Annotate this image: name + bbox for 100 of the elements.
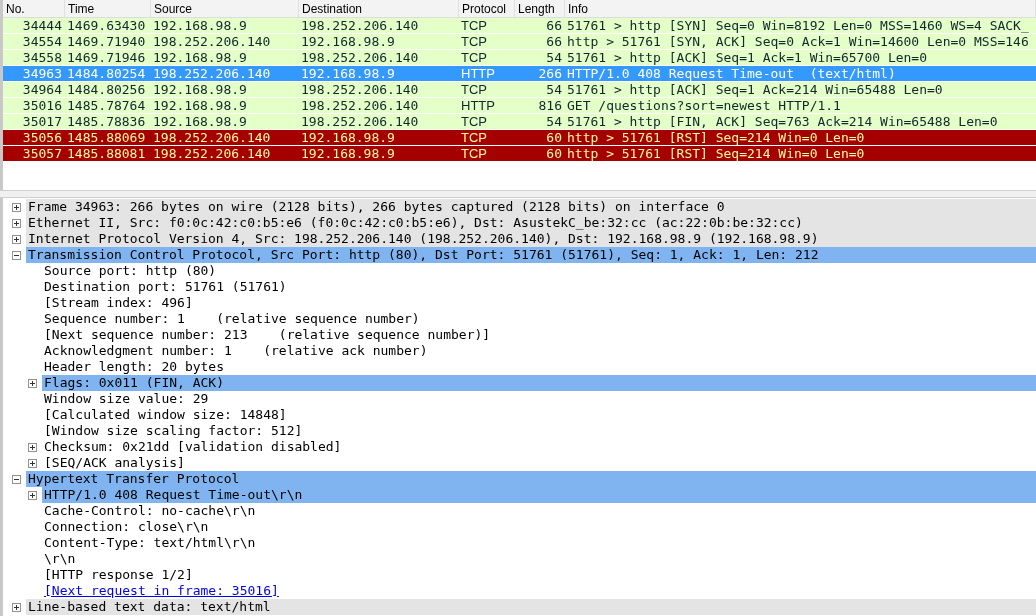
column-header[interactable]: Info <box>565 0 1036 17</box>
packet-cell-text: 192.168.98.9 <box>300 66 396 81</box>
packet-cell-text: GET /questions?sort=newest HTTP/1.1 <box>566 98 842 113</box>
packet-cell-text: 198.252.206.140 <box>300 114 420 129</box>
tree-item[interactable]: Hypertext Transfer Protocol <box>26 471 1036 487</box>
packet-cell-text: 35057 <box>21 146 63 161</box>
packet-cell-text: 51761 > http [ACK] Seq=1 Ack=214 Win=65488 Len=0 <box>566 82 944 97</box>
packet-cell-text: 60 <box>545 146 563 161</box>
packet-cell-text: 192.168.98.9 <box>152 114 248 129</box>
expand-icon[interactable] <box>12 602 21 612</box>
packet-cell-text: 51761 > http [FIN, ACK] Seq=763 Ack=214 Win=65488 Len=0 <box>566 114 999 129</box>
packet-row[interactable]: 35056 1485.88069 198.252.206.140 192.168.98.9 TCP 60 http > 51761 [RST] Seq=214 Win=0 Len=0 <box>3 130 1036 146</box>
expand-icon[interactable] <box>12 202 21 212</box>
packet-cell-text: 192.168.98.9 <box>152 50 248 65</box>
packet-cell-text: 198.252.206.140 <box>152 146 272 161</box>
packet-cell-text: HTTP/1.0 408 Request Time-out (text/html) <box>566 66 897 81</box>
tree-item[interactable]: Checksum: 0x21dd [validation disabled] <box>42 439 1036 455</box>
packet-row[interactable]: 35057 1485.88081 198.252.206.140 192.168.98.9 TCP 60 http > 51761 [RST] Seq=214 Win=0 Len=0 <box>3 146 1036 162</box>
collapse-icon[interactable] <box>12 474 21 484</box>
packet-cell-text: 54 <box>545 114 563 129</box>
column-header[interactable]: Source <box>151 0 299 17</box>
tree-item[interactable]: Cache-Control: no-cache\r\n <box>42 503 1036 519</box>
tree-item[interactable]: Sequence number: 1 (relative sequence number) <box>42 311 1036 327</box>
tree-item[interactable]: Transmission Control Protocol, Src Port: http (80), Dst Port: 51761 (51761), Seq: 1, Ack: 1, Len: 212 <box>26 247 1036 263</box>
tree-item[interactable]: [Stream index: 496] <box>42 295 1036 311</box>
packet-cell-text: 1469.71940 <box>66 34 147 49</box>
column-header[interactable]: Time <box>65 0 151 17</box>
tree-item[interactable]: [Next sequence number: 213 (relative sequence number)] <box>42 327 1036 343</box>
tree-item[interactable]: [Window size scaling factor: 512] <box>42 423 1036 439</box>
packet-cell-text: 198.252.206.140 <box>300 18 420 33</box>
expand-icon[interactable] <box>28 490 37 500</box>
packet-cell-text: TCP <box>460 50 488 65</box>
packet-cell-text: 54 <box>545 50 563 65</box>
expand-icon[interactable] <box>12 218 21 228</box>
tree-item[interactable]: Ethernet II, Src: f0:0c:42:c0:b5:e6 (f0:0c:42:c0:b5:e6), Dst: AsustekC_be:32:cc (ac:22:0b:be:32:cc) <box>26 215 1036 231</box>
packet-cell-text: 51761 > http [SYN] Seq=0 Win=8192 Len=0 MSS=1460 WS=4 SACK_ <box>566 18 1030 33</box>
packet-cell-text: 192.168.98.9 <box>152 18 248 33</box>
tree-item[interactable]: Internet Protocol Version 4, Src: 198.252.206.140 (198.252.206.140), Dst: 192.168.98.9 (192.168.98.9) <box>26 231 1036 247</box>
packet-cell-text: 1485.88081 <box>66 146 147 161</box>
packet-cell-text: 192.168.98.9 <box>152 82 248 97</box>
column-header[interactable]: Destination <box>299 0 459 17</box>
packet-row[interactable]: 34444 1469.63430 192.168.98.9 198.252.206.140 TCP 66 51761 > http [SYN] Seq=0 Win=8192 Len=0 MSS=1460 WS=4 SACK_ <box>3 18 1036 34</box>
packet-cell-text: TCP <box>460 34 488 49</box>
packet-row[interactable]: 35016 1485.78764 192.168.98.9 198.252.206.140 HTTP 816 GET /questions?sort=newest HTTP/1.1 <box>3 98 1036 114</box>
packet-cell-text: TCP <box>460 18 488 33</box>
packet-cell-text: 66 <box>545 34 563 49</box>
packet-cell-text: http > 51761 [RST] Seq=214 Win=0 Len=0 <box>566 146 866 161</box>
packet-cell-text: 34558 <box>21 50 63 65</box>
packet-row[interactable]: 35017 1485.78836 192.168.98.9 198.252.206.140 TCP 54 51761 > http [FIN, ACK] Seq=763 Ack=214 Win=65488 Len=0 <box>3 114 1036 130</box>
packet-row[interactable]: 34964 1484.80256 192.168.98.9 198.252.206.140 TCP 54 51761 > http [ACK] Seq=1 Ack=214 Win=65488 Len=0 <box>3 82 1036 98</box>
packet-cell-text: http > 51761 [SYN, ACK] Seq=0 Ack=1 Win=14600 Len=0 MSS=146 <box>566 34 1030 49</box>
packet-cell-text: 1484.80256 <box>66 82 147 97</box>
tree-item[interactable]: [HTTP response 1/2] <box>42 567 1036 583</box>
tree-item[interactable]: Flags: 0x011 (FIN, ACK) <box>42 375 1036 391</box>
packet-cell-text: TCP <box>460 114 488 129</box>
expand-icon[interactable] <box>28 458 37 468</box>
frame-link[interactable]: [Next request in frame: 35016] <box>42 583 1036 599</box>
tree-item[interactable]: Header length: 20 bytes <box>42 359 1036 375</box>
packet-cell-text: 266 <box>537 66 563 81</box>
collapse-icon[interactable] <box>12 250 21 260</box>
tree-item[interactable]: Destination port: 51761 (51761) <box>42 279 1036 295</box>
packet-cell-text: HTTP <box>460 66 496 81</box>
packet-cell-text: 54 <box>545 82 563 97</box>
packet-cell-text: TCP <box>460 130 488 145</box>
column-header[interactable]: No. <box>3 0 65 17</box>
packet-cell-text: HTTP <box>460 98 496 113</box>
expand-icon[interactable] <box>28 442 37 452</box>
packet-cell-text: 1484.80254 <box>66 66 147 81</box>
tree-item[interactable]: Content-Type: text/html\r\n <box>42 535 1036 551</box>
packet-row[interactable]: 34554 1469.71940 198.252.206.140 192.168.98.9 TCP 66 http > 51761 [SYN, ACK] Seq=0 Ack=1 Win=14600 Len=0 MSS=146 <box>3 34 1036 50</box>
packet-cell-text: 60 <box>545 130 563 145</box>
tree-item[interactable]: Line-based text data: text/html <box>26 599 1036 615</box>
expand-icon[interactable] <box>12 234 21 244</box>
column-header[interactable]: Protocol <box>459 0 515 17</box>
packet-cell-text: 34554 <box>21 34 63 49</box>
packet-cell-text: 1469.63430 <box>66 18 147 33</box>
tree-item[interactable]: Window size value: 29 <box>42 391 1036 407</box>
packet-cell-text: 192.168.98.9 <box>300 146 396 161</box>
expand-icon[interactable] <box>28 378 37 388</box>
tree-item[interactable]: Source port: http (80) <box>42 263 1036 279</box>
packet-cell-text: 198.252.206.140 <box>152 66 272 81</box>
tree-item[interactable]: \r\n <box>42 551 1036 567</box>
tree-item[interactable]: [Calculated window size: 14848] <box>42 407 1036 423</box>
packet-cell-text: 1485.88069 <box>66 130 147 145</box>
packet-cell-text: 34964 <box>21 82 63 97</box>
packet-row[interactable]: 34558 1469.71946 192.168.98.9 198.252.206.140 TCP 54 51761 > http [ACK] Seq=1 Ack=1 Win=65700 Len=0 <box>3 50 1036 66</box>
tree-item[interactable]: Acknowledgment number: 1 (relative ack number) <box>42 343 1036 359</box>
packet-cell-text: 51761 > http [ACK] Seq=1 Ack=1 Win=65700 Len=0 <box>566 50 929 65</box>
packet-cell-text: 192.168.98.9 <box>300 34 396 49</box>
packet-cell-text: 198.252.206.140 <box>300 82 420 97</box>
tree-item[interactable]: Frame 34963: 266 bytes on wire (2128 bits), 266 bytes captured (2128 bits) on interface 0 <box>26 199 1036 215</box>
column-header[interactable]: Length <box>515 0 565 17</box>
packet-cell-text: 1485.78764 <box>66 98 147 113</box>
tree-item[interactable]: Connection: close\r\n <box>42 519 1036 535</box>
packet-cell-text: 1469.71946 <box>66 50 147 65</box>
tree-item[interactable]: [SEQ/ACK analysis] <box>42 455 1036 471</box>
tree-item[interactable]: HTTP/1.0 408 Request Time-out\r\n <box>42 487 1036 503</box>
packet-cell-text: 35056 <box>21 130 63 145</box>
packet-cell-text: http > 51761 [RST] Seq=214 Win=0 Len=0 <box>566 130 866 145</box>
packet-cell-text: 192.168.98.9 <box>152 98 248 113</box>
